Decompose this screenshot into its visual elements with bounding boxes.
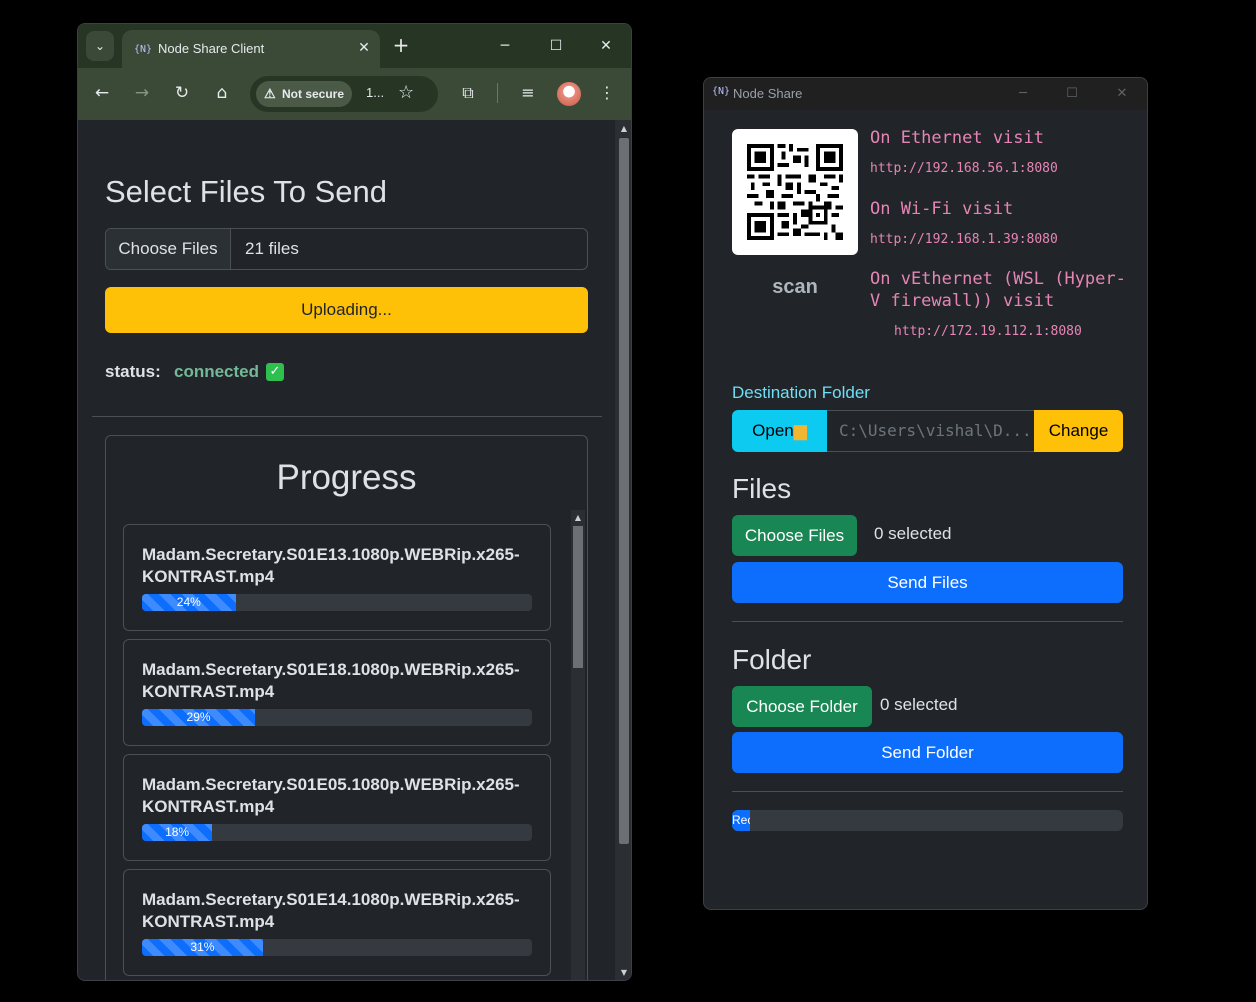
network-label: On Ethernet visit [870, 128, 1044, 148]
reading-list-icon[interactable]: ≡ [516, 81, 540, 105]
file-input[interactable]: Choose Files 21 files [105, 228, 588, 270]
node-share-window: {N} Node Share ─ ☐ ✕ scan On Ethernet vi… [703, 77, 1148, 910]
page-content: Select Files To Send Choose Files 21 fil… [78, 120, 615, 980]
folder-heading: Folder [732, 644, 812, 675]
progress-scrollbar[interactable]: ▲ [571, 510, 585, 980]
tab-strip: ⌄ {N} Node Share Client ✕ + ─ ☐ ✕ [78, 24, 631, 68]
network-label: On Wi-Fi visit [870, 199, 1014, 219]
app-title: Node Share [733, 86, 803, 101]
open-label: Open [752, 421, 794, 440]
files-heading: Files [732, 473, 792, 504]
progress-bar-fill: 31% [142, 939, 263, 956]
scroll-down-icon[interactable]: ▼ [619, 968, 629, 978]
page-scrollbar[interactable]: ▲ ▼ [615, 120, 631, 980]
folder-selected-count: 0 selected [880, 695, 958, 714]
reload-icon[interactable]: ↻ [170, 81, 194, 105]
app-titlebar: {N} Node Share ─ ☐ ✕ [704, 78, 1147, 110]
network-url[interactable]: http://192.168.56.1:8080 [870, 161, 1058, 176]
choose-files-button[interactable]: Choose Files [106, 229, 231, 269]
qr-code [732, 129, 858, 255]
close-window-icon[interactable]: ✕ [594, 34, 618, 58]
tab-title: Node Share Client [158, 41, 265, 56]
toolbar-divider [497, 83, 498, 103]
page-title: Select Files To Send [105, 174, 388, 209]
node-share-icon: {N} [134, 44, 153, 55]
minimize-icon[interactable]: ─ [493, 34, 517, 58]
maximize-icon[interactable]: ☐ [544, 34, 568, 58]
close-window-icon[interactable]: ✕ [1112, 84, 1132, 104]
progress-bar: 31% [142, 939, 532, 956]
progress-scrollbar-thumb[interactable] [573, 526, 583, 668]
scroll-up-icon[interactable]: ▲ [619, 124, 629, 134]
file-name: Madam.Secretary.S01E05.1080p.WEBRip.x265… [142, 775, 520, 816]
close-tab-icon[interactable]: ✕ [354, 38, 374, 58]
tab-search-button[interactable]: ⌄ [86, 31, 114, 61]
chevron-down-icon: ⌄ [94, 39, 106, 53]
folder-icon: ▆ [793, 421, 807, 440]
destination-group: Open▆ C:\Users\vishal\D... Change [732, 410, 1123, 452]
extensions-icon[interactable]: ⧉ [456, 81, 480, 105]
network-url[interactable]: http://172.19.112.1:8080 [894, 324, 1082, 339]
divider [92, 416, 602, 417]
change-button[interactable]: Change [1034, 410, 1123, 452]
divider [732, 791, 1123, 792]
scan-label: scan [772, 276, 818, 298]
forward-icon[interactable]: → [130, 81, 154, 105]
profile-avatar[interactable] [557, 82, 581, 106]
upload-button[interactable]: Uploading... [105, 287, 588, 333]
file-name: Madam.Secretary.S01E18.1080p.WEBRip.x265… [142, 660, 520, 701]
receive-progress-bar: Rec [732, 810, 1123, 831]
progress-bar: 29% [142, 709, 532, 726]
progress-bar-fill: 29% [142, 709, 256, 726]
list-item: Madam.Secretary.S01E05.1080p.WEBRip.x265… [123, 754, 551, 861]
divider [732, 621, 1123, 622]
page-scrollbar-thumb[interactable] [619, 138, 629, 844]
file-name: Madam.Secretary.S01E14.1080p.WEBRip.x265… [142, 890, 520, 931]
new-tab-button[interactable]: + [390, 34, 412, 56]
progress-bar: 18% [142, 824, 532, 841]
node-share-icon: {N} [712, 86, 731, 97]
progress-bar-fill: 24% [142, 594, 236, 611]
progress-card: Progress Madam.Secretary.S01E13.1080p.WE… [105, 435, 588, 980]
progress-bar: 24% [142, 594, 532, 611]
network-label: V firewall)) visit [870, 291, 1055, 311]
check-icon: ✓ [266, 363, 284, 381]
tab-node-share-client[interactable]: {N} Node Share Client ✕ [122, 30, 380, 68]
receive-progress-fill: Rec [732, 810, 750, 831]
scroll-up-icon[interactable]: ▲ [573, 513, 583, 523]
network-label: On vEthernet (WSL (Hyper- [870, 269, 1126, 289]
minimize-icon[interactable]: ─ [1013, 84, 1033, 104]
home-icon[interactable]: ⌂ [210, 81, 234, 105]
destination-path-field[interactable]: C:\Users\vishal\D... [827, 410, 1034, 452]
network-url[interactable]: http://192.168.1.39:8080 [870, 232, 1058, 247]
send-files-button[interactable]: Send Files [732, 562, 1123, 603]
warning-icon: ⚠ [264, 86, 276, 101]
file-input-value: 21 files [245, 239, 299, 258]
bookmark-star-icon[interactable]: ☆ [398, 82, 414, 103]
security-chip[interactable]: ⚠ Not secure [256, 81, 353, 107]
list-item: Madam.Secretary.S01E18.1080p.WEBRip.x265… [123, 639, 551, 746]
status-label: status: [105, 362, 161, 381]
address-bar[interactable]: ⚠ Not secure 1... ☆ [250, 76, 438, 112]
back-icon[interactable]: ← [90, 81, 114, 105]
list-item: Madam.Secretary.S01E13.1080p.WEBRip.x265… [123, 524, 551, 631]
progress-bar-fill: 18% [142, 824, 213, 841]
file-name: Madam.Secretary.S01E13.1080p.WEBRip.x265… [142, 545, 520, 586]
toolbar: ← → ↻ ⌂ ⚠ Not secure 1... ☆ ⧉ ≡ ⋮ [78, 68, 631, 120]
maximize-icon[interactable]: ☐ [1062, 84, 1082, 104]
open-folder-button[interactable]: Open▆ [732, 410, 827, 452]
list-item: Madam.Secretary.S01E14.1080p.WEBRip.x265… [123, 869, 551, 976]
status-value: connected [174, 362, 260, 381]
choose-folder-button[interactable]: Choose Folder [732, 686, 872, 727]
files-selected-count: 0 selected [874, 524, 952, 543]
security-label: Not secure [282, 87, 345, 101]
send-folder-button[interactable]: Send Folder [732, 732, 1123, 773]
progress-title: Progress [276, 458, 417, 497]
qr-code-icon [747, 144, 843, 240]
destination-label: Destination Folder [732, 383, 870, 402]
choose-files-button[interactable]: Choose Files [732, 515, 857, 556]
browser-window: ⌄ {N} Node Share Client ✕ + ─ ☐ ✕ ← → ↻ … [77, 23, 632, 981]
menu-kebab-icon[interactable]: ⋮ [595, 81, 619, 105]
url-text[interactable]: 1... [366, 85, 384, 100]
